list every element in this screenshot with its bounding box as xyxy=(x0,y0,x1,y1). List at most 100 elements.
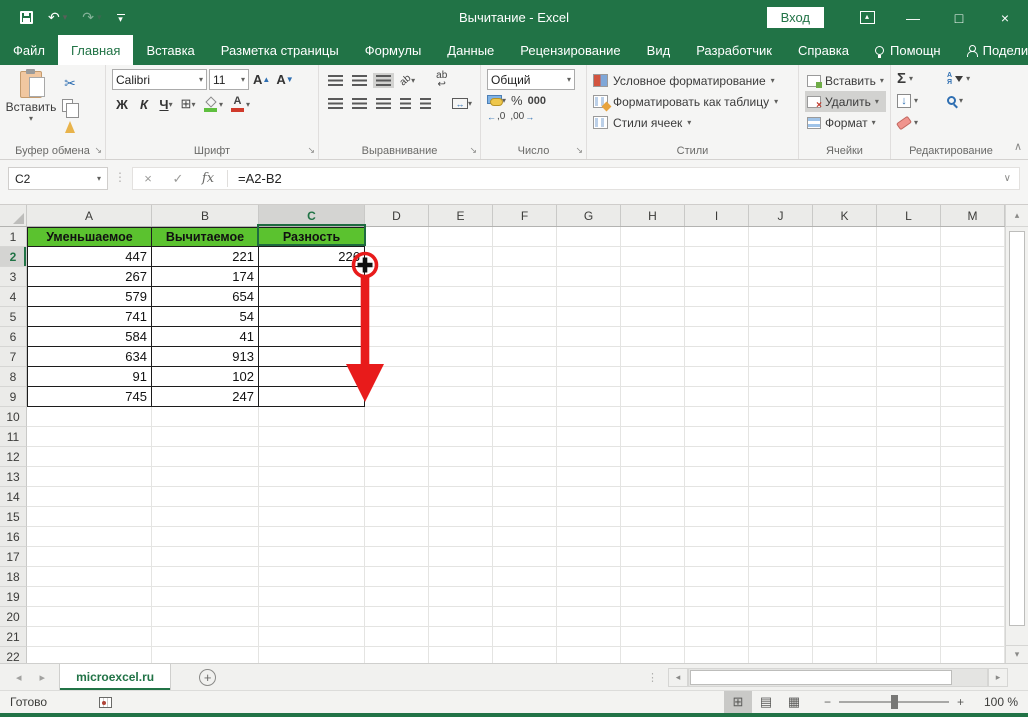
cell-F18[interactable] xyxy=(493,567,557,587)
cell-G22[interactable] xyxy=(557,647,621,663)
format-painter-button[interactable] xyxy=(60,117,80,137)
font-dialog-launcher[interactable]: ↘ xyxy=(307,145,315,156)
cell-L17[interactable] xyxy=(877,547,941,567)
alignment-dialog-launcher[interactable]: ↘ xyxy=(469,145,477,156)
cell-D12[interactable] xyxy=(365,447,429,467)
underline-button[interactable]: Ч ▾ xyxy=(156,94,176,114)
scroll-left-icon[interactable]: ◂ xyxy=(668,667,688,687)
cell-L14[interactable] xyxy=(877,487,941,507)
align-top-button[interactable] xyxy=(325,73,346,88)
cancel-entry-button[interactable]: × xyxy=(133,171,163,186)
tab-scroll-splitter[interactable]: ⋮ xyxy=(647,664,658,690)
row-header-8[interactable]: 8 xyxy=(0,367,27,387)
autosum-button[interactable]: Σ ▾ xyxy=(897,69,947,88)
cell-H11[interactable] xyxy=(621,427,685,447)
tab-home[interactable]: Главная xyxy=(57,35,134,65)
cell-M2[interactable] xyxy=(941,247,1005,267)
cell-G7[interactable] xyxy=(557,347,621,367)
cell-J6[interactable] xyxy=(749,327,813,347)
horizontal-scroll-track[interactable] xyxy=(688,667,988,687)
cell-G8[interactable] xyxy=(557,367,621,387)
clear-button[interactable]: ▾ xyxy=(895,113,947,132)
cell-J17[interactable] xyxy=(749,547,813,567)
format-cells-button[interactable]: Формат ▾ xyxy=(805,112,886,133)
cell-M16[interactable] xyxy=(941,527,1005,547)
column-header-J[interactable]: J xyxy=(749,205,813,226)
cell-B2[interactable]: 221 xyxy=(152,247,259,267)
cell-A17[interactable] xyxy=(27,547,152,567)
cell-I19[interactable] xyxy=(685,587,749,607)
cell-D11[interactable] xyxy=(365,427,429,447)
cell-C12[interactable] xyxy=(259,447,365,467)
cell-M12[interactable] xyxy=(941,447,1005,467)
cell-F17[interactable] xyxy=(493,547,557,567)
cell-L16[interactable] xyxy=(877,527,941,547)
cell-D16[interactable] xyxy=(365,527,429,547)
cell-B15[interactable] xyxy=(152,507,259,527)
cell-M7[interactable] xyxy=(941,347,1005,367)
cell-L11[interactable] xyxy=(877,427,941,447)
cell-H17[interactable] xyxy=(621,547,685,567)
cell-L4[interactable] xyxy=(877,287,941,307)
cell-B7[interactable]: 913 xyxy=(152,347,259,367)
cell-M19[interactable] xyxy=(941,587,1005,607)
scroll-up-icon[interactable]: ▴ xyxy=(1006,205,1028,227)
row-header-10[interactable]: 10 xyxy=(0,407,27,427)
cell-J3[interactable] xyxy=(749,267,813,287)
cell-G20[interactable] xyxy=(557,607,621,627)
cell-M4[interactable] xyxy=(941,287,1005,307)
cell-E10[interactable] xyxy=(429,407,493,427)
cell-C2[interactable]: 226 xyxy=(259,247,365,267)
cell-M14[interactable] xyxy=(941,487,1005,507)
cell-C6[interactable] xyxy=(259,327,365,347)
cell-I18[interactable] xyxy=(685,567,749,587)
cell-A8[interactable]: 91 xyxy=(27,367,152,387)
cell-D20[interactable] xyxy=(365,607,429,627)
cell-E18[interactable] xyxy=(429,567,493,587)
cell-K6[interactable] xyxy=(813,327,877,347)
cell-K3[interactable] xyxy=(813,267,877,287)
cell-G19[interactable] xyxy=(557,587,621,607)
row-header-19[interactable]: 19 xyxy=(0,587,27,607)
cell-B4[interactable]: 654 xyxy=(152,287,259,307)
cell-F1[interactable] xyxy=(493,227,557,247)
horizontal-scrollbar[interactable]: ◂ ▸ xyxy=(668,667,1008,687)
row-header-7[interactable]: 7 xyxy=(0,347,27,367)
cell-C5[interactable] xyxy=(259,307,365,327)
cell-K2[interactable] xyxy=(813,247,877,267)
cell-D3[interactable] xyxy=(365,267,429,287)
cell-F5[interactable] xyxy=(493,307,557,327)
cell-D5[interactable] xyxy=(365,307,429,327)
cell-K8[interactable] xyxy=(813,367,877,387)
cell-L15[interactable] xyxy=(877,507,941,527)
cell-L2[interactable] xyxy=(877,247,941,267)
cell-K9[interactable] xyxy=(813,387,877,407)
cell-K16[interactable] xyxy=(813,527,877,547)
cell-E9[interactable] xyxy=(429,387,493,407)
cell-F3[interactable] xyxy=(493,267,557,287)
scroll-down-icon[interactable]: ▾ xyxy=(1006,645,1028,663)
next-sheet-button[interactable]: ▸ xyxy=(40,671,46,684)
sheet-tab-active[interactable]: microexcel.ru xyxy=(59,664,172,690)
row-header-17[interactable]: 17 xyxy=(0,547,27,567)
cell-A11[interactable] xyxy=(27,427,152,447)
sign-in-button[interactable]: Вход xyxy=(766,7,824,28)
cell-J7[interactable] xyxy=(749,347,813,367)
customize-qat-button[interactable]: ▾ xyxy=(116,13,125,23)
normal-view-button[interactable]: ⊞ xyxy=(723,691,752,713)
cell-J14[interactable] xyxy=(749,487,813,507)
cut-button[interactable]: ✂ xyxy=(60,73,80,93)
cell-J10[interactable] xyxy=(749,407,813,427)
cell-M9[interactable] xyxy=(941,387,1005,407)
cell-A1[interactable]: Уменьшаемое xyxy=(27,227,152,247)
cell-I22[interactable] xyxy=(685,647,749,663)
cell-I16[interactable] xyxy=(685,527,749,547)
cell-L19[interactable] xyxy=(877,587,941,607)
cell-E19[interactable] xyxy=(429,587,493,607)
cell-C13[interactable] xyxy=(259,467,365,487)
orientation-button[interactable]: ab ▾ xyxy=(397,72,418,88)
cell-L9[interactable] xyxy=(877,387,941,407)
cell-I1[interactable] xyxy=(685,227,749,247)
cell-D7[interactable] xyxy=(365,347,429,367)
minimize-button[interactable]: — xyxy=(890,0,936,35)
